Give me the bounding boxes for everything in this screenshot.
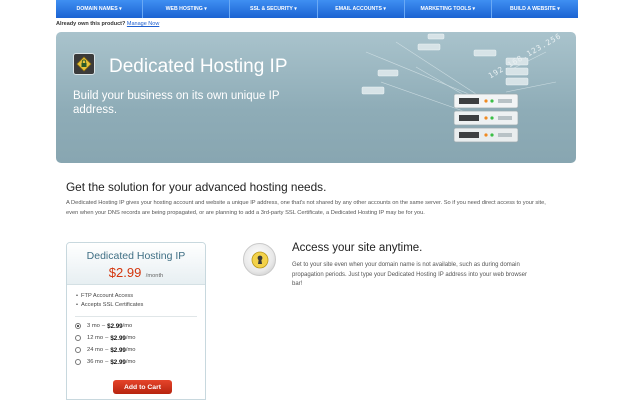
term-unit: /mo [125,347,136,353]
plan-price: $2.99 /month [67,264,205,282]
term-radio[interactable] [75,335,81,341]
add-to-cart-button[interactable]: Add to Cart [113,380,172,394]
feature-description: Get to your site even when your domain n… [292,262,528,287]
term-price: $2.99 [107,322,123,330]
nav-domain-names[interactable]: DOMAIN NAMES ▾ [56,0,144,18]
term-radio[interactable] [75,359,81,365]
page-headline: Get the solution for your advanced hosti… [66,180,327,194]
term-dash: – [105,359,109,365]
manage-now-link[interactable]: Manage Now [127,21,159,27]
term-option-24mo[interactable]: 24 mo – $2.99 /mo [75,344,205,356]
feature-item: Accepts SSL Certificates [76,301,205,310]
term-radio[interactable] [75,323,81,329]
top-nav: DOMAIN NAMES ▾ WEB HOSTING ▾ SSL & SECUR… [56,0,578,18]
term-label: 3 mo [87,323,100,329]
term-radio[interactable] [75,347,81,353]
term-label: 36 mo [87,359,104,365]
hero-title: Dedicated Hosting IP [109,56,288,77]
term-unit: /mo [125,335,136,341]
term-option-12mo[interactable]: 12 mo – $2.99 /mo [75,332,205,344]
term-unit: /mo [125,359,136,365]
nav-email-accounts[interactable]: EMAIL ACCOUNTS ▾ [318,0,405,18]
intro-paragraph: A Dedicated Hosting IP gives your hostin… [66,200,546,216]
server-stack-illustration [361,33,557,143]
term-price: $2.99 [110,346,126,354]
term-option-3mo[interactable]: 3 mo – $2.99 /mo [75,320,205,332]
already-own-notice: Already own this product? Manage Now [56,21,159,27]
term-options: 3 mo – $2.99 /mo 12 mo – $2.99 /mo 24 mo… [67,317,205,368]
term-option-36mo[interactable]: 36 mo – $2.99 /mo [75,356,205,368]
nav-marketing-tools[interactable]: MARKETING TOOLS ▾ [405,0,492,18]
plan-title: Dedicated Hosting IP [86,250,186,262]
term-price: $2.99 [110,334,126,342]
nav-ssl-security[interactable]: SSL & SECURITY ▾ [230,0,318,18]
plan-price-value: $2.99 [108,265,142,280]
nav-build-a-website[interactable]: BUILD A WEBSITE ▾ [492,0,578,18]
feature-item: FTP Account Access [76,292,205,301]
hero-subtitle: Build your business on its own unique IP… [73,90,280,116]
term-dash: – [101,323,106,329]
nav-web-hosting[interactable]: WEB HOSTING ▾ [143,0,231,18]
plan-price-unit: /month [145,273,164,279]
plan-features: FTP Account Access Accepts SSL Certifica… [67,285,205,310]
already-own-text: Already own this product? [56,21,126,27]
feature-title: Access your site anytime. [292,242,423,254]
term-label: 12 mo [87,335,104,341]
term-label: 24 mo [87,347,104,353]
keyhole-icon [243,243,276,276]
term-unit: /mo [122,323,133,329]
plan-card-header: Dedicated Hosting IP $2.99 /month [67,243,205,285]
hero-banner: Dedicated Hosting IP Build your business… [56,32,576,163]
term-dash: – [105,335,109,341]
term-price: $2.99 [110,358,126,366]
lock-badge-icon [73,53,95,75]
plan-card: Dedicated Hosting IP $2.99 /month FTP Ac… [66,242,206,400]
term-dash: – [105,347,109,353]
